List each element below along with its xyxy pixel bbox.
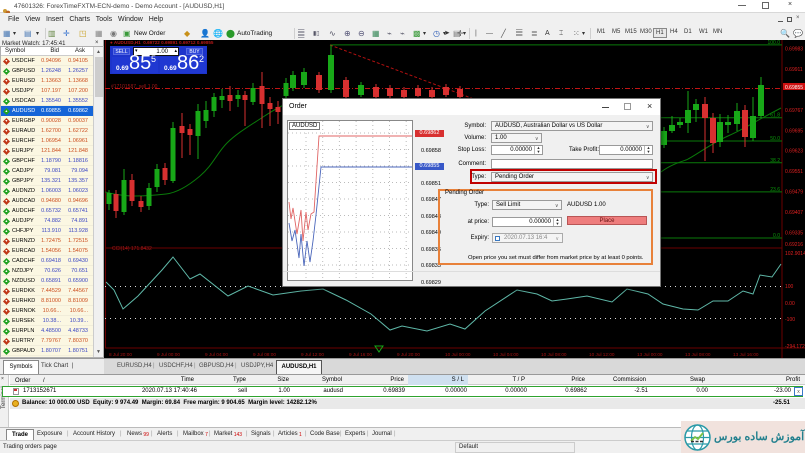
svg-text:0.69335: 0.69335 [785, 230, 803, 236]
svg-text:102.9014: 102.9014 [785, 251, 805, 257]
svg-text:10 Jul 08:00: 10 Jul 08:00 [541, 352, 567, 357]
svg-text:38.2: 38.2 [770, 158, 780, 164]
svg-text:0.0: 0.0 [773, 233, 780, 239]
svg-text:13 Jul 16:00: 13 Jul 16:00 [733, 352, 759, 357]
svg-text:10 Jul 04:00: 10 Jul 04:00 [493, 352, 519, 357]
svg-text:0.69983: 0.69983 [785, 47, 803, 53]
svg-text:0.69551: 0.69551 [785, 169, 803, 175]
svg-text:9 Jul 20:00: 9 Jul 20:00 [397, 352, 420, 357]
svg-text:50.0: 50.0 [770, 136, 780, 142]
svg-text:9 Jul 04:00: 9 Jul 04:00 [205, 352, 228, 357]
svg-text:0.69407: 0.69407 [785, 210, 803, 216]
svg-text:13 Jul 08:00: 13 Jul 08:00 [685, 352, 711, 357]
svg-text:61.8: 61.8 [770, 113, 780, 119]
svg-text:0.69855: 0.69855 [785, 85, 803, 91]
svg-text:-294.1721: -294.1721 [785, 344, 805, 350]
svg-text:10 Jul 12:00: 10 Jul 12:00 [589, 352, 615, 357]
svg-text:0.69479: 0.69479 [785, 190, 803, 196]
svg-text:10 Jul 00:00: 10 Jul 00:00 [445, 352, 471, 357]
svg-text:9 Jul 08:00: 9 Jul 08:00 [253, 352, 276, 357]
svg-text:-100: -100 [785, 317, 795, 323]
svg-text:0.00: 0.00 [785, 301, 795, 307]
svg-text:0.69695: 0.69695 [785, 128, 803, 134]
svg-text:9 Jul 12:00: 9 Jul 12:00 [301, 352, 324, 357]
svg-text:9 Jul 00:00: 9 Jul 00:00 [157, 352, 180, 357]
svg-text:8 Jul 20:00: 8 Jul 20:00 [109, 352, 132, 357]
svg-text:100: 100 [785, 284, 794, 290]
svg-text:23.6: 23.6 [770, 187, 780, 193]
svg-text:0.69767: 0.69767 [785, 108, 803, 114]
svg-text:13 Jul 00:00: 13 Jul 00:00 [637, 352, 663, 357]
svg-text:0.69216: 0.69216 [785, 242, 803, 248]
svg-text:0.69623: 0.69623 [785, 149, 803, 155]
svg-text:9 Jul 16:00: 9 Jul 16:00 [349, 352, 372, 357]
svg-text:100.0: 100.0 [767, 40, 780, 46]
svg-text:0.69911: 0.69911 [785, 67, 803, 73]
